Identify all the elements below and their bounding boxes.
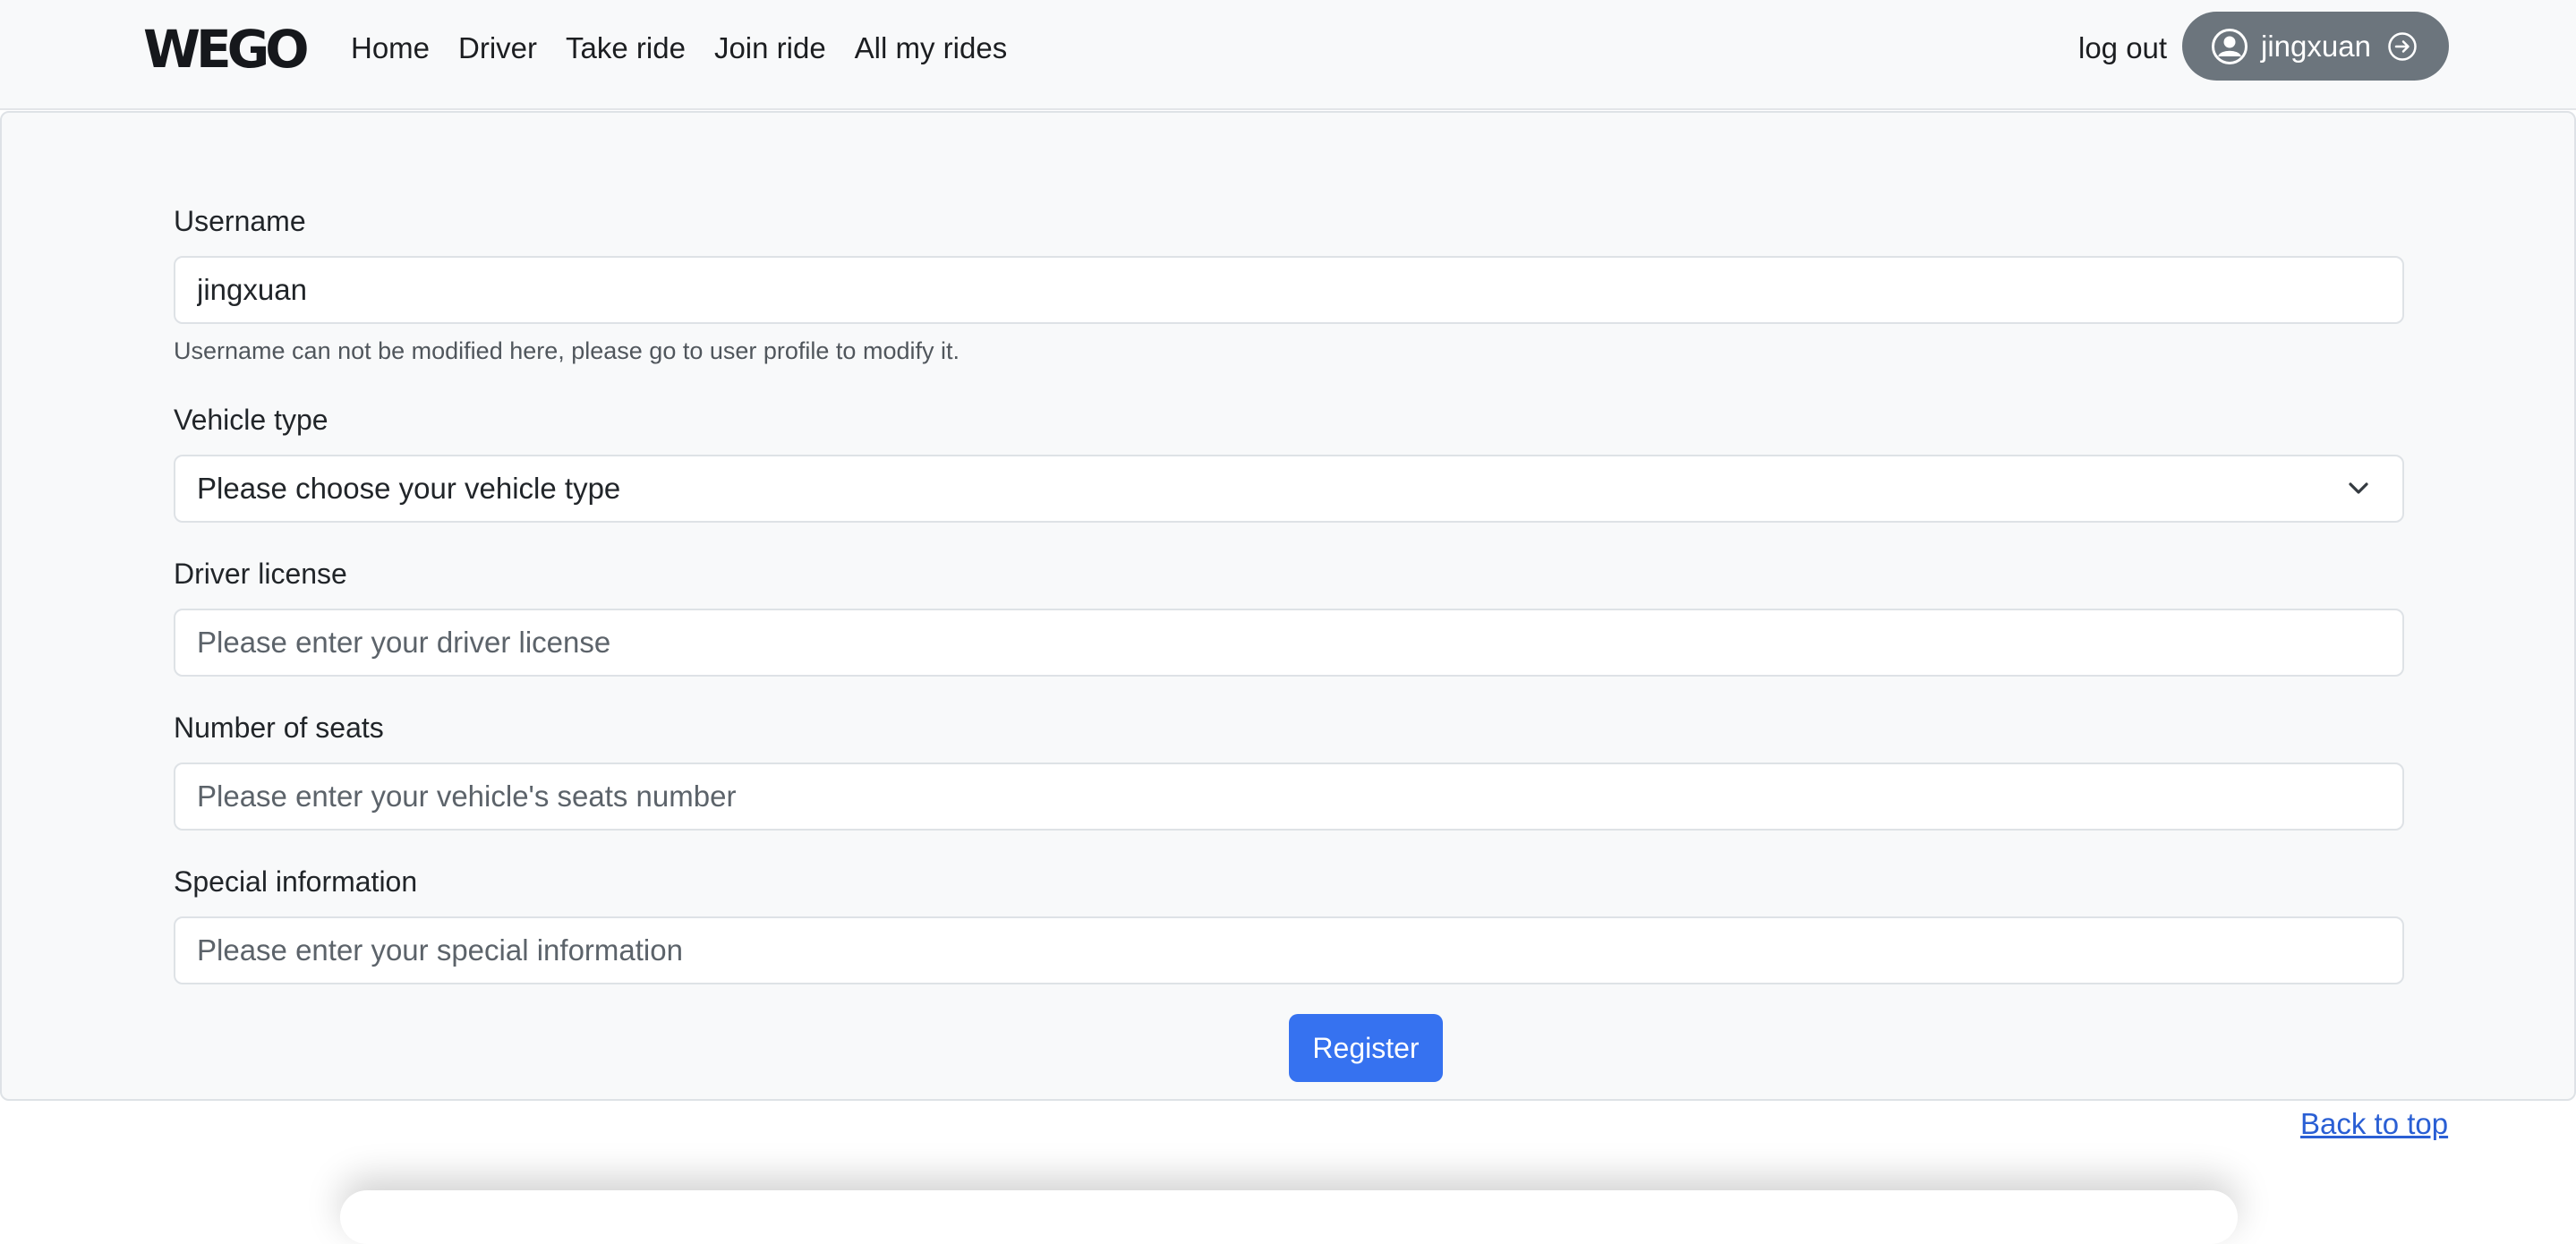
- nav-link-home[interactable]: Home: [351, 25, 430, 72]
- wego-logo[interactable]: WEGO: [143, 20, 319, 79]
- nav-link-take-ride[interactable]: Take ride: [566, 25, 686, 72]
- next-section-card-edge: [340, 1190, 2238, 1244]
- vehicle-type-label: Vehicle type: [174, 404, 328, 436]
- username-help-text: Username can not be modified here, pleas…: [174, 337, 960, 364]
- username-field[interactable]: [174, 256, 2404, 324]
- vehicle-type-selected-value: Please choose your vehicle type: [197, 472, 621, 505]
- person-circle-icon: [2211, 28, 2248, 65]
- seats-number-field[interactable]: [174, 763, 2404, 831]
- top-navbar: WEGO Home Driver Take ride Join ride All…: [0, 0, 2576, 110]
- driver-license-field[interactable]: [174, 609, 2404, 677]
- back-to-top-link[interactable]: Back to top: [2300, 1104, 2448, 1144]
- special-info-field[interactable]: [174, 916, 2404, 984]
- user-profile-button[interactable]: jingxuan: [2182, 12, 2449, 81]
- seats-label: Number of seats: [174, 711, 384, 744]
- arrow-right-circle-icon: [2387, 31, 2418, 62]
- nav-link-join-ride[interactable]: Join ride: [714, 25, 826, 72]
- username-label: Username: [174, 205, 306, 237]
- special-info-label: Special information: [174, 865, 418, 898]
- nav-links: Home Driver Take ride Join ride All my r…: [351, 25, 1036, 72]
- nav-link-all-my-rides[interactable]: All my rides: [855, 25, 1008, 72]
- register-button[interactable]: Register: [1289, 1014, 1443, 1082]
- user-name-label: jingxuan: [2261, 29, 2371, 63]
- vehicle-type-select[interactable]: Please choose your vehicle type: [174, 455, 2404, 523]
- chevron-down-icon: [2345, 475, 2372, 502]
- driver-license-label: Driver license: [174, 558, 347, 590]
- nav-link-driver[interactable]: Driver: [458, 25, 537, 72]
- logout-link[interactable]: log out: [2078, 25, 2167, 72]
